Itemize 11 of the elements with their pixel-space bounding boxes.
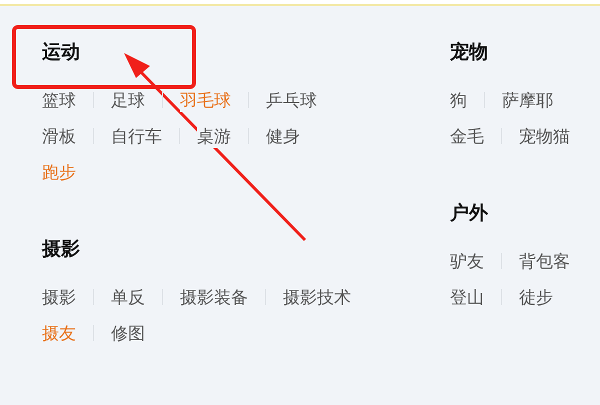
category-heading: 运动 [42,40,81,65]
tag-link[interactable]: 萨摩耶 [502,88,553,112]
tag-link[interactable]: 背包客 [519,250,570,272]
tag-link[interactable]: 宠物猫 [519,124,570,148]
tag-link[interactable]: 桌游 [197,124,231,148]
category-heading: 户外 [450,201,489,226]
tag-link[interactable]: 单反 [111,286,145,308]
category-heading: 摄影 [42,237,81,262]
category-heading: 宠物 [450,40,489,65]
tag-link[interactable]: 自行车 [111,124,162,148]
tag-link[interactable]: 驴友 [450,250,484,272]
